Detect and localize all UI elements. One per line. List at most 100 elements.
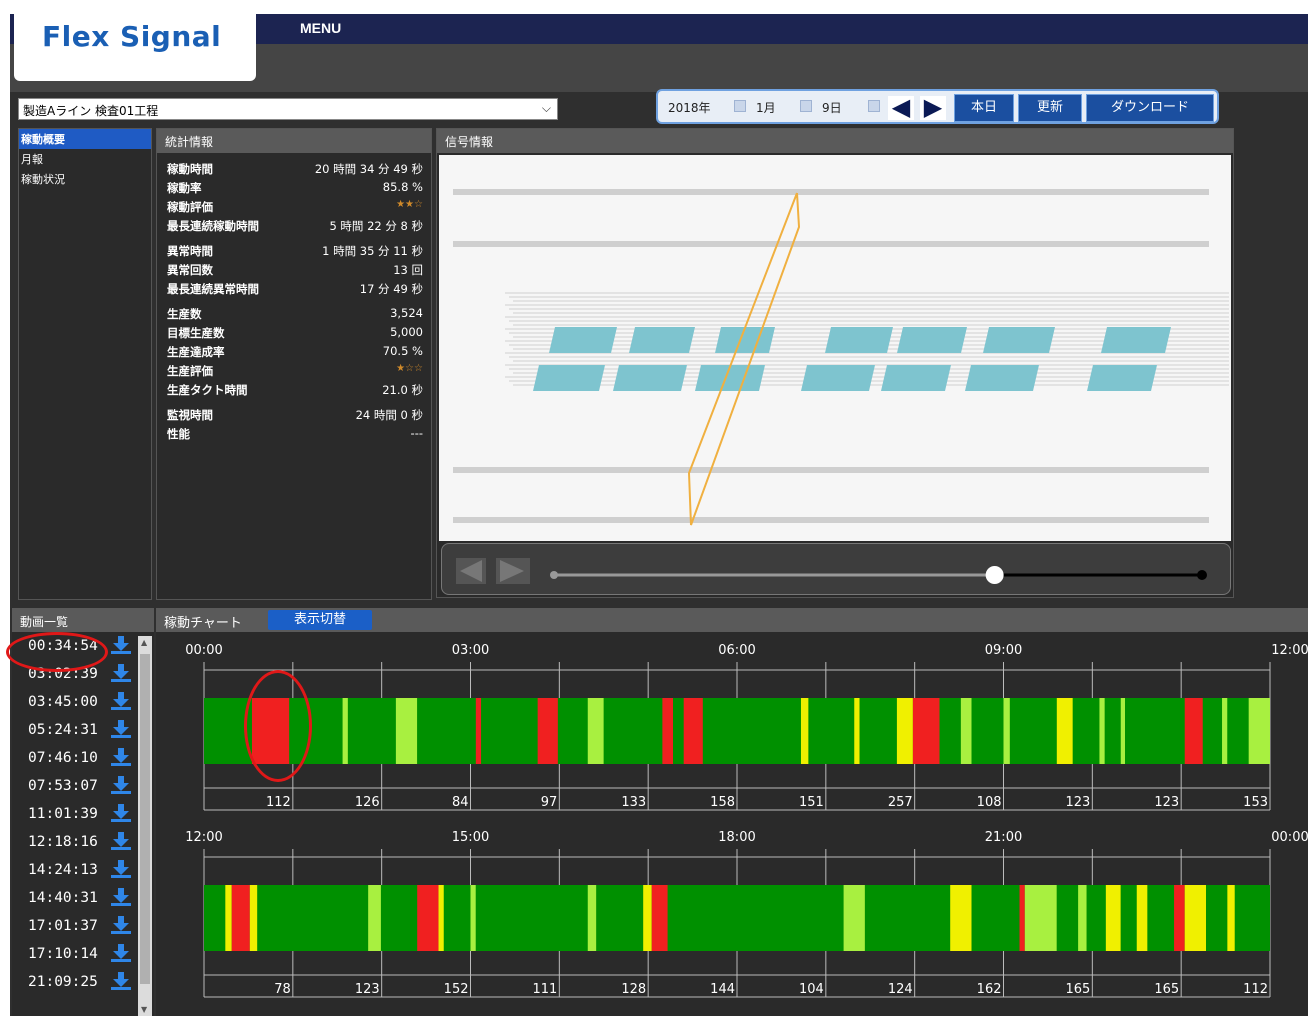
video-list-item[interactable]: 07:53:07	[12, 772, 154, 800]
chevron-down-icon: ⌵	[541, 101, 551, 115]
timeline-segment-idle	[395, 698, 418, 764]
video-timestamp[interactable]: 17:10:14	[28, 946, 98, 962]
month-select[interactable]: 1月	[752, 97, 814, 117]
download-icon[interactable]	[109, 774, 133, 796]
timeline-segment-run	[289, 698, 343, 764]
stat-row: 生産タクト時間 21.0 秒	[157, 380, 431, 399]
date-bar: 2018年 1月 9日 ◀ ▶ 本日 更新 ダウンロード	[656, 89, 1219, 124]
stats-panel: 統計情報 稼動時間 20 時間 34 分 49 秒稼動率 85.8 % 稼動評価 ★★☆…	[156, 128, 432, 600]
chevron-down-icon	[800, 100, 812, 112]
video-list-item[interactable]: 05:24:31	[12, 716, 154, 744]
video-list-item[interactable]: 12:18:16	[12, 828, 154, 856]
stat-value: 20 時間 34 分 49 秒	[314, 162, 423, 176]
triangle-left-icon: ◀	[891, 93, 911, 121]
time-axis-label: 06:00	[718, 643, 755, 658]
stat-row: 最長連続異常時間 17 分 49 秒	[157, 279, 431, 298]
signal-rail	[453, 189, 1209, 195]
video-list-item[interactable]: 00:34:54	[12, 632, 154, 660]
video-list-item[interactable]: 21:09:25	[12, 968, 154, 996]
download-icon[interactable]	[109, 662, 133, 684]
video-list-item[interactable]: 17:01:37	[12, 912, 154, 940]
scroll-up-icon[interactable]: ▲	[141, 638, 147, 647]
year-select[interactable]: 2018年	[664, 97, 748, 117]
download-icon[interactable]	[109, 746, 133, 768]
stat-value: ---	[410, 426, 423, 440]
download-icon[interactable]	[109, 886, 133, 908]
signal-block	[1101, 327, 1171, 353]
hourly-count-label: 144	[710, 982, 735, 997]
video-timestamp[interactable]: 07:53:07	[28, 778, 98, 794]
download-icon[interactable]	[109, 802, 133, 824]
video-timestamp[interactable]: 12:18:16	[28, 834, 98, 850]
download-icon[interactable]	[109, 942, 133, 964]
timeline-segment-warn	[854, 698, 860, 764]
stat-value: 17 分 49 秒	[359, 282, 423, 296]
stat-label: 最長連続異常時間	[167, 282, 259, 296]
seek-slider-thumb[interactable]	[985, 566, 1004, 584]
download-icon[interactable]	[109, 634, 133, 656]
signal-block	[1087, 365, 1157, 391]
menu-button[interactable]: MENU	[300, 20, 341, 36]
video-timestamp[interactable]: 00:34:54	[28, 638, 98, 654]
download-icon[interactable]	[109, 718, 133, 740]
signal-block	[881, 365, 951, 391]
video-list-item[interactable]: 07:46:10	[12, 744, 154, 772]
video-timestamp[interactable]: 14:40:31	[28, 890, 98, 906]
video-timestamp[interactable]: 14:24:13	[28, 862, 98, 878]
timeline-segment-idle	[1120, 698, 1126, 764]
download-icon[interactable]	[109, 970, 133, 992]
timeline-segment-run	[596, 885, 644, 951]
time-axis-label: 03:00	[452, 643, 489, 658]
today-button[interactable]: 本日	[954, 94, 1014, 122]
scroll-down-icon[interactable]: ▼	[141, 1005, 147, 1014]
stat-row: 稼動時間 20 時間 34 分 49 秒	[157, 159, 431, 178]
video-list-panel: 動画一覧 00:34:54 03:02:39 03:45:00 05:24:31 07:…	[12, 608, 154, 1016]
timeline-segment-idle	[342, 698, 348, 764]
video-list-item[interactable]: 14:24:13	[12, 856, 154, 884]
display-toggle-button[interactable]: 表示切替	[268, 610, 372, 630]
video-list-item[interactable]: 14:40:31	[12, 884, 154, 912]
video-timestamp[interactable]: 03:02:39	[28, 666, 98, 682]
video-list-item[interactable]: 03:45:00	[12, 688, 154, 716]
nav-item-overview[interactable]: 稼動概要	[19, 129, 151, 149]
stat-row: 目標生産数 5,000	[157, 323, 431, 342]
video-list-scrollbar[interactable]: ▲ ▼	[138, 636, 152, 1016]
signal-block	[613, 365, 687, 391]
video-timestamp[interactable]: 17:01:37	[28, 918, 98, 934]
hourly-count-label: 123	[355, 982, 380, 997]
refresh-button[interactable]: 更新	[1018, 94, 1082, 122]
video-timestamp[interactable]: 07:46:10	[28, 750, 98, 766]
nav-item-status[interactable]: 稼動状況	[19, 169, 151, 189]
nav-item-monthly[interactable]: 月報	[19, 149, 151, 169]
timeline-segment-run	[481, 698, 538, 764]
time-axis-label: 12:00	[1271, 643, 1308, 658]
time-axis-label: 09:00	[985, 643, 1022, 658]
stat-label: 生産評価	[167, 364, 213, 378]
prev-day-button[interactable]: ◀	[888, 93, 914, 121]
video-timestamp[interactable]: 03:45:00	[28, 694, 98, 710]
video-list-item[interactable]: 17:10:14	[12, 940, 154, 968]
next-day-button[interactable]: ▶	[920, 95, 946, 120]
stat-row: 生産達成率 70.5 %	[157, 342, 431, 361]
download-button[interactable]: ダウンロード	[1086, 94, 1214, 122]
signal-block	[533, 365, 605, 391]
timeline-segment-run	[1120, 885, 1137, 951]
timeline-segment-run	[1234, 885, 1270, 951]
download-icon[interactable]	[109, 858, 133, 880]
line-select[interactable]: 製造Aライン 検査01工程 ⌵	[18, 98, 558, 120]
video-list-item[interactable]: 11:01:39	[12, 800, 154, 828]
download-icon[interactable]	[109, 914, 133, 936]
signal-block	[983, 327, 1055, 353]
scrollbar-thumb[interactable]	[140, 654, 150, 984]
video-list-item[interactable]: 03:02:39	[12, 660, 154, 688]
timeline-segment-warn	[249, 885, 258, 951]
stat-value: 5 時間 22 分 8 秒	[329, 219, 423, 233]
video-timestamp[interactable]: 05:24:31	[28, 722, 98, 738]
download-icon[interactable]	[109, 690, 133, 712]
day-select[interactable]: 9日	[818, 97, 882, 117]
video-timestamp[interactable]: 11:01:39	[28, 806, 98, 822]
video-timestamp[interactable]: 21:09:25	[28, 974, 98, 990]
download-icon[interactable]	[109, 830, 133, 852]
timeline-segment-run	[1125, 698, 1185, 764]
stat-label: 稼動評価	[167, 200, 213, 214]
